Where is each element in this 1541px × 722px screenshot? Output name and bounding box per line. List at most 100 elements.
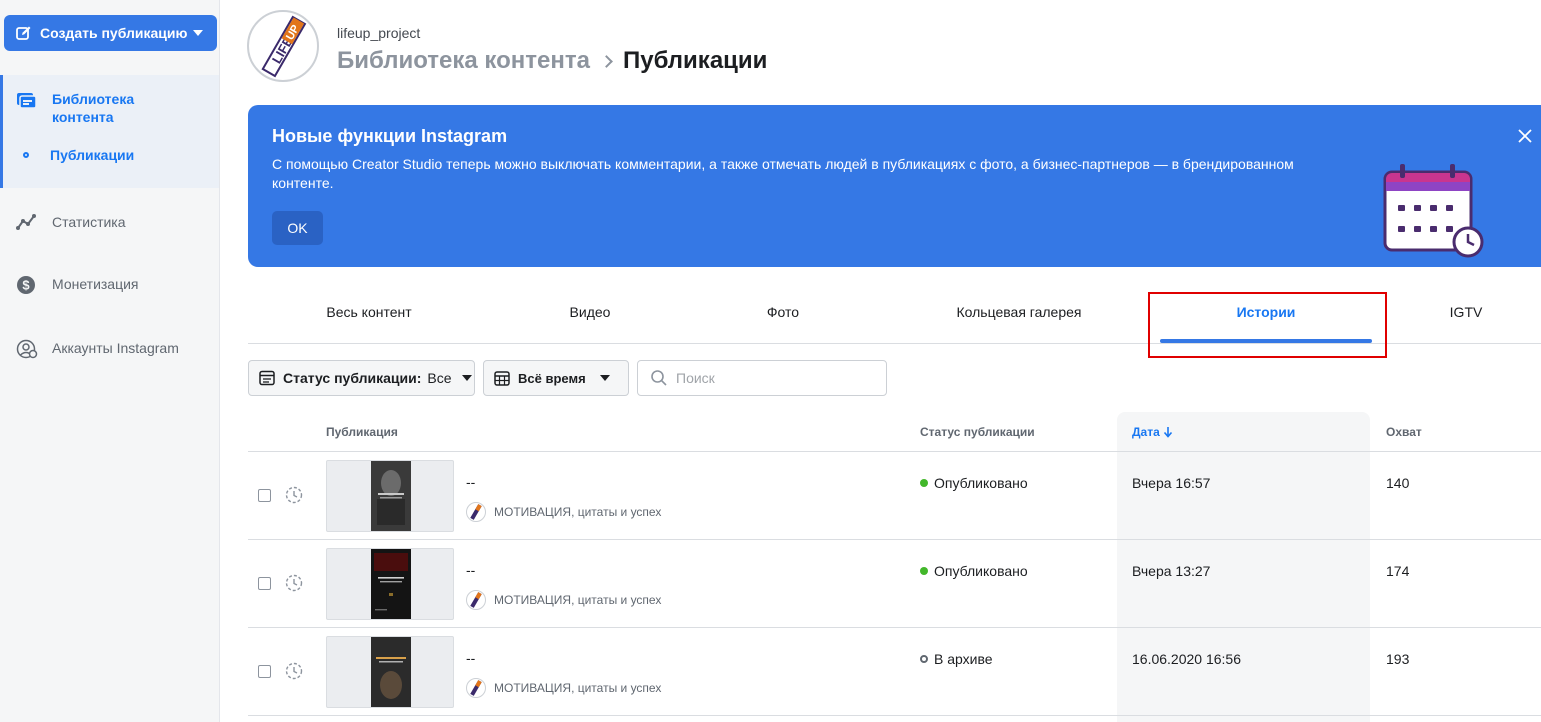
lifeup-logo-icon: LIFE UP <box>261 15 307 78</box>
column-header-reach: Охват <box>1386 425 1422 439</box>
publication-title[interactable]: -- <box>466 650 475 666</box>
sidebar-item-instagram-accounts[interactable]: Аккаунты Instagram <box>16 339 179 359</box>
highlight-box <box>1148 292 1387 358</box>
circle-bullet-icon <box>23 152 29 158</box>
sidebar-item-label: Публикации <box>50 147 135 163</box>
publication-reach: 140 <box>1386 475 1410 491</box>
row-checkbox[interactable] <box>258 665 271 678</box>
banner-text: С помощью Creator Studio теперь можно вы… <box>272 156 1294 191</box>
breadcrumb: Библиотека контента Публикации <box>337 47 767 75</box>
tab-igtv[interactable]: IGTV <box>1450 304 1483 320</box>
publication-title[interactable]: -- <box>466 474 475 490</box>
status-filter-dropdown[interactable]: Статус публикации: Все <box>248 360 475 396</box>
status-list-icon <box>259 370 275 386</box>
banner-ok-button[interactable]: OK <box>272 211 323 245</box>
table-row[interactable]: -- МОТИВАЦИЯ, цитаты и успех Опубликован… <box>248 452 1541 540</box>
tab-photo[interactable]: Фото <box>767 304 799 320</box>
sidebar-item-monetization[interactable]: $ Монетизация <box>16 275 139 295</box>
svg-text:$: $ <box>22 278 30 293</box>
chevron-right-icon <box>600 54 613 68</box>
announcement-banner: Новые функции Instagram С помощью Creato… <box>248 105 1541 267</box>
account-mini-avatar <box>466 678 486 698</box>
publication-account: МОТИВАЦИЯ, цитаты и успех <box>466 502 661 522</box>
story-thumbnail[interactable] <box>326 548 454 620</box>
sidebar-item-label: Аккаунты Instagram <box>52 340 179 356</box>
page-title: Публикации <box>622 47 768 74</box>
account-name: lifeup_project <box>337 25 421 41</box>
account-mini-avatar <box>466 502 486 522</box>
story-preview-image <box>371 549 411 619</box>
table-row[interactable]: -- МОТИВАЦИЯ, цитаты и успех Опубликован… <box>248 540 1541 628</box>
edit-icon <box>16 26 31 40</box>
status-label: В архиве <box>934 651 993 667</box>
publication-account: МОТИВАЦИЯ, цитаты и успех <box>466 590 661 610</box>
column-header-status: Статус публикации <box>920 425 1035 439</box>
accounts-gear-icon <box>16 339 38 359</box>
publication-status: В архиве <box>920 651 993 667</box>
story-history-icon <box>285 574 303 592</box>
status-label: Опубликовано <box>934 475 1028 491</box>
close-icon[interactable] <box>1516 127 1534 145</box>
time-filter-dropdown[interactable]: Всё время <box>483 360 629 396</box>
status-filter-value: Все <box>427 370 452 386</box>
publication-account-name: МОТИВАЦИЯ, цитаты и успех <box>494 681 662 695</box>
publication-account-name: МОТИВАЦИЯ, цитаты и успех <box>494 505 662 519</box>
sidebar-item-label: Монетизация <box>52 276 139 292</box>
account-avatar: LIFE UP <box>247 10 319 82</box>
story-preview-image <box>371 461 411 531</box>
row-checkbox[interactable] <box>258 489 271 502</box>
status-published-dot-icon <box>920 479 928 487</box>
story-thumbnail[interactable] <box>326 460 454 532</box>
chevron-down-icon <box>599 375 610 381</box>
account-mini-avatar <box>466 590 486 610</box>
row-checkbox[interactable] <box>258 577 271 590</box>
time-filter-value: Всё время <box>518 370 586 386</box>
publication-reach: 193 <box>1386 651 1410 667</box>
lifeup-logo-icon <box>470 504 482 520</box>
tab-carousel[interactable]: Кольцевая галерея <box>957 304 1082 320</box>
search-icon <box>651 370 667 386</box>
publication-date: Вчера 13:27 <box>1132 563 1211 579</box>
status-label: Опубликовано <box>934 563 1028 579</box>
story-history-icon <box>285 662 303 680</box>
column-header-date-label: Дата <box>1132 425 1160 439</box>
story-history-icon <box>285 486 303 504</box>
status-archived-dot-icon <box>920 655 928 663</box>
content-library-icon <box>17 93 37 109</box>
sidebar-item-statistics[interactable]: Статистика <box>16 213 126 231</box>
sort-down-arrow-icon <box>1163 427 1172 438</box>
search-box[interactable] <box>637 360 887 396</box>
publication-status: Опубликовано <box>920 563 1028 579</box>
create-post-button[interactable]: Создать публикацию <box>4 15 217 51</box>
tab-video[interactable]: Видео <box>570 304 611 320</box>
publication-title[interactable]: -- <box>466 562 475 578</box>
lifeup-logo-icon <box>470 592 482 608</box>
publication-account: МОТИВАЦИЯ, цитаты и успех <box>466 678 661 698</box>
publication-date: 16.06.2020 16:56 <box>1132 651 1241 667</box>
banner-title: Новые функции Instagram <box>272 126 508 146</box>
calendar-icon <box>494 371 510 386</box>
publication-date: Вчера 16:57 <box>1132 475 1211 491</box>
sidebar-item-label: Статистика <box>52 214 126 230</box>
story-thumbnail[interactable] <box>326 636 454 708</box>
status-published-dot-icon <box>920 567 928 575</box>
column-header-publication: Публикация <box>326 425 398 439</box>
publication-status: Опубликовано <box>920 475 1028 491</box>
dollar-icon: $ <box>17 276 35 294</box>
insights-icon <box>16 214 36 230</box>
chevron-down-icon[interactable] <box>193 30 203 36</box>
sidebar-item-publications[interactable]: Публикации <box>16 146 134 164</box>
tab-all-content[interactable]: Весь контент <box>326 304 411 320</box>
table-row[interactable]: -- МОТИВАЦИЯ, цитаты и успех В архиве 16… <box>248 628 1541 716</box>
sidebar-item-content-library[interactable]: Библиотека контента <box>16 90 162 126</box>
status-filter-label: Статус публикации: <box>283 370 422 386</box>
sidebar-item-label: Библиотека контента <box>52 91 135 125</box>
publication-account-name: МОТИВАЦИЯ, цитаты и успех <box>494 593 662 607</box>
breadcrumb-parent-link[interactable]: Библиотека контента <box>337 47 590 75</box>
column-header-date[interactable]: Дата <box>1132 425 1173 439</box>
content-type-tabs: Весь контент Видео Фото Кольцевая галере… <box>248 292 1541 358</box>
lifeup-logo-icon <box>470 680 482 696</box>
search-input[interactable] <box>676 370 876 386</box>
creator-studio-app: Создать публикацию Библиотека контента П… <box>0 0 1541 722</box>
calendar-clock-icon <box>1383 164 1484 258</box>
